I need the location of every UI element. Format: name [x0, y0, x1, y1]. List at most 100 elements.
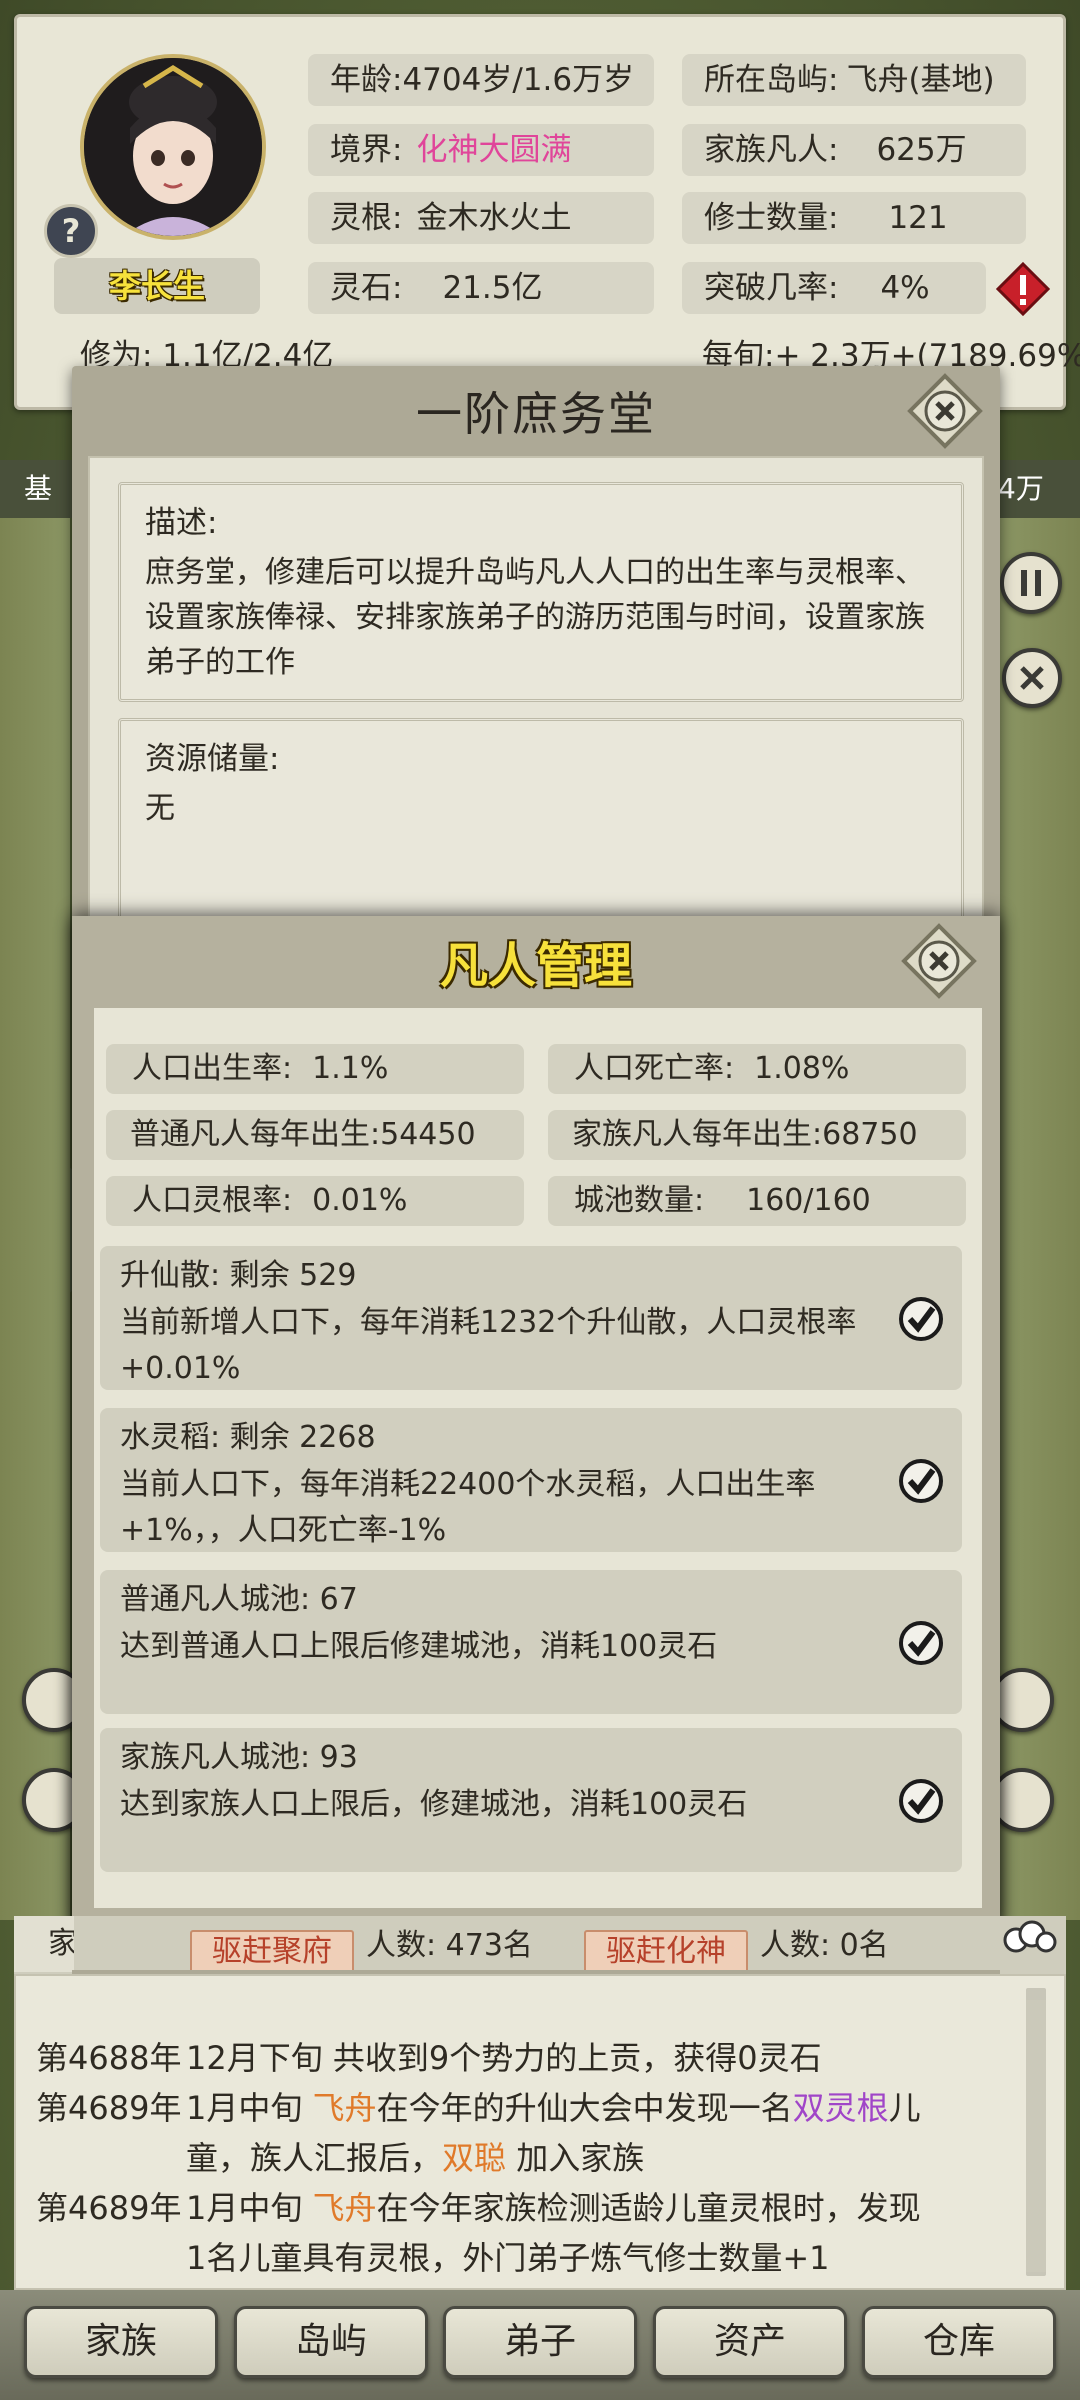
realm-label: 境界: [330, 132, 403, 168]
breakthrough-label: 突破几率: [704, 270, 839, 306]
log-row: 第4689年 1月中旬 飞舟在今年家族检测适龄儿童灵根时，发现 [36, 2184, 921, 2232]
realm-value: 化神大圆满 [416, 132, 572, 168]
log-highlight: 双灵根 [792, 2089, 889, 2127]
avatar-portrait-icon [84, 58, 262, 236]
log-row: 1名儿童具有灵根，外门弟子炼气修士数量+1 [186, 2234, 830, 2282]
resources-text: 无 [145, 791, 175, 826]
mortal-management-title: 凡人管理 [439, 938, 632, 994]
city-count-label: 城池数量: [574, 1183, 705, 1218]
spirit-root-rate-value: 0.01% [312, 1183, 408, 1218]
warning-icon[interactable] [995, 261, 1051, 317]
family-births-label: 家族凡人每年出生: [572, 1117, 823, 1152]
nav-family-button[interactable]: 家族 [24, 2306, 218, 2378]
log-highlight: 飞舟 [312, 2089, 377, 2127]
island-stat: 所在岛屿: 飞舟(基地) [682, 54, 1026, 106]
log-year: 第4689年 [36, 2189, 182, 2227]
elixir-desc: 当前新增人口下，每年消耗1232个升仙散，人口灵根率+0.01% [120, 1305, 857, 1386]
spirit-root-rate-label: 人口灵根率: [132, 1183, 293, 1218]
root-value: 金木水火土 [416, 200, 572, 236]
close-icon [901, 923, 977, 999]
spirit-rice-head: 水灵稻: 剩余 2268 [120, 1420, 376, 1455]
avatar[interactable] [80, 54, 266, 240]
close-icon [1020, 666, 1044, 690]
family-births-value: 68750 [822, 1117, 918, 1152]
common-births-stat: 普通凡人每年出生:54450 [106, 1110, 524, 1160]
base-label: 基地 [0, 460, 72, 518]
stone-value: 21.5亿 [442, 270, 543, 306]
log-scrollbar-thumb[interactable] [1026, 2000, 1046, 2272]
age-stat: 年龄:4704岁/1.6万岁 [308, 54, 654, 106]
cloud-icon [996, 1916, 1060, 1960]
cultivators-value: 121 [888, 200, 948, 236]
common-city-head: 普通凡人城池: 67 [120, 1582, 358, 1617]
nav-island-button[interactable]: 岛屿 [234, 2306, 428, 2378]
log-text: 在今年的升仙大会中发现一名 [376, 2089, 793, 2127]
common-births-value: 54450 [380, 1117, 476, 1152]
description-text: 庶务堂，修建后可以提升岛屿凡人人口的出生率与灵根率、设置家族俸禄、安排家族弟子的… [145, 555, 925, 680]
realm-stat: 境界: 化神大圆满 [308, 124, 654, 176]
death-rate-label: 人口死亡率: [574, 1051, 735, 1086]
log-text: 12月下旬 共收到9个势力的上贡，获得0灵石 [186, 2039, 822, 2077]
expel-residence-button[interactable]: 驱赶聚府 [190, 1930, 354, 1974]
residence-count: 人数: 473名 [366, 1928, 533, 1963]
family-tab[interactable]: 家 [14, 1916, 74, 1972]
common-city-item: 普通凡人城池: 67 达到普通人口上限后修建城池，消耗100灵石 [100, 1570, 962, 1714]
log-text: 1名儿童具有灵根，外门弟子炼气修士数量+1 [186, 2239, 830, 2277]
log-text: 童，族人汇报后， [186, 2139, 443, 2177]
help-button[interactable]: ? [44, 204, 98, 258]
log-text: 儿 [888, 2089, 921, 2127]
log-row: 童，族人汇报后，双聪 加入家族 [186, 2134, 644, 2182]
family-births-stat: 家族凡人每年出生:68750 [548, 1110, 966, 1160]
island-value: 飞舟(基地) [846, 62, 995, 98]
character-name: 李长生 [54, 258, 260, 314]
family-city-desc: 达到家族人口上限后，修建城池，消耗100灵石 [120, 1787, 748, 1822]
nav-assets-button[interactable]: 资产 [653, 2306, 847, 2378]
breakthrough-stat: 突破几率: 4% [682, 262, 986, 314]
log-row: 第4688年 12月下旬 共收到9个势力的上贡，获得0灵石 [36, 2034, 822, 2082]
age-value: 4704岁/1.6万岁 [402, 62, 635, 98]
death-rate-value: 1.08% [754, 1051, 850, 1086]
log-highlight: 双聪 [442, 2139, 507, 2177]
age-label: 年龄: [330, 62, 403, 98]
spirit-rice-item: 水灵稻: 剩余 2268 当前人口下，每年消耗22400个水灵稻，人口出生率+1… [100, 1408, 962, 1552]
log-highlight: 飞舟 [312, 2189, 377, 2227]
spirit-rice-desc: 当前人口下，每年消耗22400个水灵稻，人口出生率+1%，，人口死亡率-1% [120, 1467, 816, 1548]
log-text: 1月中旬 [186, 2089, 313, 2127]
population-label: 4万 [994, 460, 1080, 518]
stone-label: 灵石: [330, 270, 403, 306]
description-title: 描述: [145, 505, 218, 541]
family-action-strip [14, 1916, 1066, 1974]
death-rate-stat: 人口死亡率: 1.08% [548, 1044, 966, 1094]
log-text: 在今年家族检测适龄儿童灵根时，发现 [376, 2189, 921, 2227]
stone-stat: 灵石: 21.5亿 [308, 262, 654, 314]
resources-box: 资源储量: 无 [118, 718, 964, 938]
checkbox-checked-icon[interactable] [898, 1296, 944, 1342]
checkbox-checked-icon[interactable] [898, 1620, 944, 1666]
building-dialog-close-button[interactable] [906, 372, 984, 450]
resources-title: 资源储量: [145, 741, 280, 777]
nav-warehouse-button[interactable]: 仓库 [862, 2306, 1056, 2378]
checkbox-checked-icon[interactable] [898, 1458, 944, 1504]
pause-button[interactable] [1000, 552, 1062, 614]
elixir-head: 升仙散: 剩余 529 [120, 1258, 357, 1293]
cultivators-stat: 修士数量: 121 [682, 192, 1026, 244]
elixir-item: 升仙散: 剩余 529 当前新增人口下，每年消耗1232个升仙散，人口灵根率+0… [100, 1246, 962, 1390]
log-row: 第4689年 1月中旬 飞舟在今年的升仙大会中发现一名双灵根儿 [36, 2084, 921, 2132]
city-count-value: 160/160 [746, 1183, 871, 1218]
expel-spirit-button[interactable]: 驱赶化神 [584, 1930, 748, 1974]
birth-rate-value: 1.1% [312, 1051, 389, 1086]
side-close-button[interactable] [1002, 648, 1062, 708]
cultivators-label: 修士数量: [704, 200, 839, 236]
nav-disciples-button[interactable]: 弟子 [443, 2306, 637, 2378]
mortals-value: 625万 [876, 132, 967, 168]
common-births-label: 普通凡人每年出生: [130, 1117, 381, 1152]
spirit-root-rate-stat: 人口灵根率: 0.01% [106, 1176, 524, 1226]
log-text: 加入家族 [506, 2139, 645, 2177]
checkbox-checked-icon[interactable] [898, 1778, 944, 1824]
close-icon [907, 373, 983, 449]
family-city-head: 家族凡人城池: 93 [120, 1740, 358, 1775]
family-city-item: 家族凡人城池: 93 达到家族人口上限后，修建城池，消耗100灵石 [100, 1728, 962, 1872]
spirit-count: 人数: 0名 [760, 1928, 889, 1963]
root-stat: 灵根: 金木水火土 [308, 192, 654, 244]
mortal-dialog-close-button[interactable] [900, 922, 978, 1000]
